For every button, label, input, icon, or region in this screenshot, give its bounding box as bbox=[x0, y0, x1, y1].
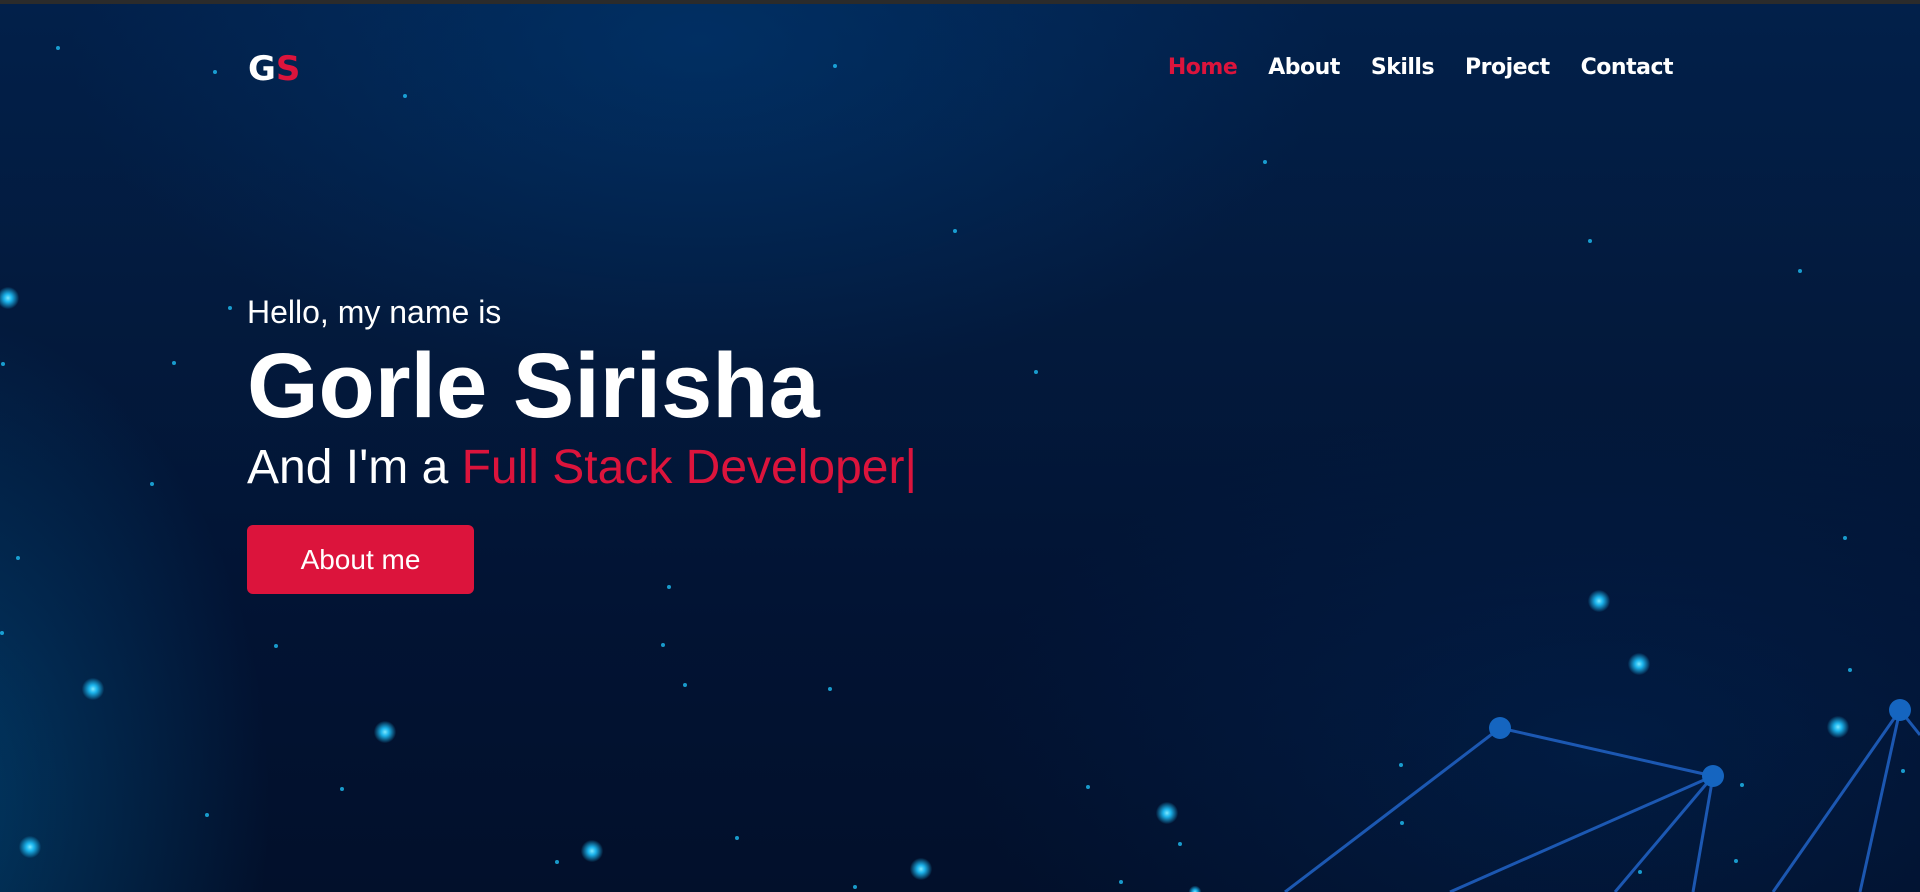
particle-dot bbox=[661, 643, 665, 647]
particle-dot bbox=[150, 482, 154, 486]
particle-dot bbox=[909, 857, 933, 881]
hero-role-typed: Full Stack Developer| bbox=[461, 441, 917, 494]
nav-item-project[interactable]: Project bbox=[1465, 52, 1550, 84]
hero-section: Hello, my name is Gorle Sirisha And I'm … bbox=[247, 292, 917, 594]
particle-dot bbox=[1034, 370, 1038, 374]
particle-dot bbox=[1, 362, 5, 366]
site-logo[interactable]: GS bbox=[248, 48, 300, 90]
nav-item-contact[interactable]: Contact bbox=[1581, 52, 1674, 84]
particle-dot bbox=[833, 64, 837, 68]
logo-letter-second: S bbox=[275, 49, 301, 89]
particle-dot bbox=[683, 683, 687, 687]
nav-item-home[interactable]: Home bbox=[1168, 52, 1238, 84]
nav-item-skills[interactable]: Skills bbox=[1371, 52, 1435, 84]
particle-dot bbox=[213, 70, 217, 74]
particle-dot bbox=[205, 813, 209, 817]
particle-dot bbox=[1086, 785, 1090, 789]
particle-dot bbox=[1119, 880, 1123, 884]
particle-dot bbox=[16, 556, 20, 560]
particle-dot bbox=[1734, 859, 1738, 863]
particle-dot bbox=[172, 361, 176, 365]
particle-dot bbox=[0, 631, 4, 635]
particle-dot bbox=[274, 644, 278, 648]
particle-dot bbox=[403, 94, 407, 98]
particle-dot bbox=[1188, 885, 1202, 892]
logo-letter-first: G bbox=[248, 49, 276, 89]
hero-greeting: Hello, my name is bbox=[247, 294, 502, 330]
hero-role: And I'm a Full Stack Developer| bbox=[247, 440, 917, 496]
network-lines bbox=[1284, 709, 1920, 892]
particle-dot bbox=[1155, 801, 1179, 825]
particle-dot bbox=[1400, 821, 1404, 825]
hero-name: Gorle Sirisha bbox=[247, 335, 820, 437]
particle-dot bbox=[373, 720, 397, 744]
particle-dot bbox=[555, 860, 559, 864]
particle-dot bbox=[1798, 269, 1802, 273]
particle-dot bbox=[853, 885, 857, 889]
particle-dot bbox=[953, 229, 957, 233]
particle-dot bbox=[1263, 160, 1267, 164]
nav-item-about[interactable]: About bbox=[1268, 52, 1340, 84]
particle-dot bbox=[1627, 652, 1651, 676]
particle-dot bbox=[580, 839, 604, 863]
particle-dot bbox=[1399, 763, 1403, 767]
particle-dot bbox=[1740, 783, 1744, 787]
particle-dot bbox=[0, 286, 20, 310]
particle-dot bbox=[340, 787, 344, 791]
particle-dot bbox=[1826, 715, 1850, 739]
particle-dot bbox=[1587, 589, 1611, 613]
particle-dot bbox=[1848, 668, 1852, 672]
particle-dot bbox=[1843, 536, 1847, 540]
particle-dot bbox=[228, 306, 232, 310]
particle-dot bbox=[1901, 769, 1905, 773]
particle-dot bbox=[18, 835, 42, 859]
particle-dot bbox=[828, 687, 832, 691]
main-nav: Home About Skills Project Contact bbox=[1137, 52, 1674, 84]
particle-dot bbox=[1588, 239, 1592, 243]
particle-dot bbox=[81, 677, 105, 701]
particle-dot bbox=[56, 46, 60, 50]
particle-dot bbox=[1178, 842, 1182, 846]
particle-dot bbox=[735, 836, 739, 840]
portfolio-hero-page: GS Home About Skills Project Contact Hel… bbox=[0, 0, 1920, 892]
hero-role-prefix: And I'm a bbox=[247, 441, 462, 494]
particle-dot bbox=[1638, 870, 1642, 874]
about-me-button[interactable]: About me bbox=[247, 525, 474, 594]
